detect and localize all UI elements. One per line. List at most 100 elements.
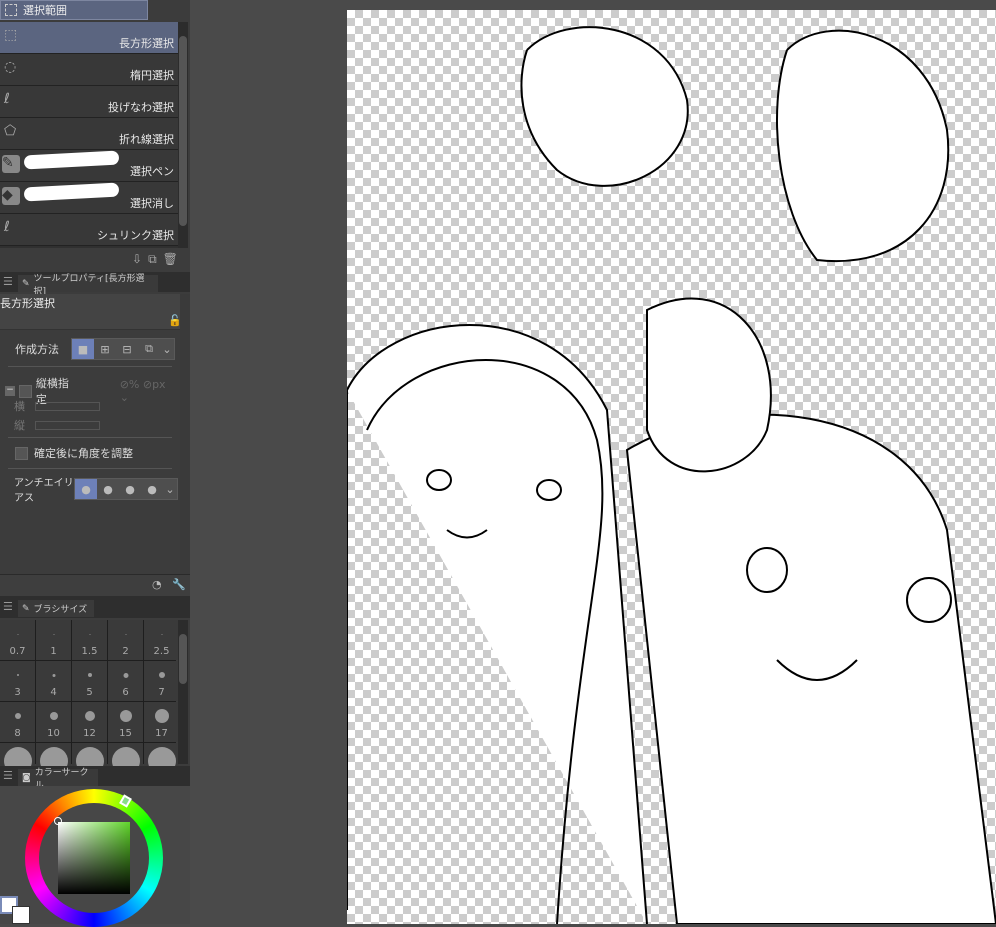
brush-size-cell[interactable]: 3: [0, 661, 35, 701]
selection-eraser-icon: ◆: [2, 187, 20, 205]
antialias-weak[interactable]: ●: [97, 479, 119, 499]
brush-size-cell[interactable]: 1.5: [72, 620, 107, 660]
duplicate-icon[interactable]: ⧉: [148, 252, 157, 267]
brush-size-value: 7: [158, 687, 165, 698]
subtract-selection-icon[interactable]: ⊟: [116, 339, 138, 359]
brush-size-dot: [52, 673, 55, 677]
sv-marker[interactable]: [54, 817, 62, 825]
brush-icon: ✎: [22, 603, 30, 614]
sub-tool-item[interactable]: ✎ 選択ペン: [0, 150, 178, 182]
brush-size-dot: [154, 709, 169, 723]
brush-size-dot: [125, 633, 126, 635]
brush-size-cell[interactable]: 17: [144, 702, 179, 742]
creation-method-selector[interactable]: ■ ⊞ ⊟ ⧉ ⌄: [71, 338, 175, 360]
panel-menu-icon[interactable]: ☰: [3, 275, 13, 288]
tool-property-tab[interactable]: ✎ ツールプロパティ[長方形選択]: [18, 274, 158, 297]
sub-tool-scrollbar[interactable]: [178, 22, 188, 248]
brush-size-value: 0.7: [9, 646, 26, 657]
brush-size-cell[interactable]: 12: [72, 702, 107, 742]
sub-color-swatch[interactable]: [12, 906, 30, 924]
brush-size-dot: [119, 710, 132, 722]
sub-tool-label: 選択ペン: [130, 165, 174, 178]
panel-menu-icon[interactable]: ☰: [3, 600, 13, 613]
brush-size-dot: [87, 673, 92, 677]
color-circle-icon: ◙: [22, 772, 31, 783]
antialias-selector[interactable]: ● ● ● ● ⌄: [74, 478, 178, 500]
sub-tool-item[interactable]: ⬠ 折れ線選択: [0, 118, 178, 150]
tool-name: 長方形選択: [0, 297, 55, 310]
height-input[interactable]: [35, 420, 100, 430]
brush-size-cell[interactable]: 0.7: [0, 620, 35, 660]
brush-size-cell[interactable]: 7: [144, 661, 179, 701]
antialias-medium[interactable]: ●: [119, 479, 141, 499]
intersect-selection-icon[interactable]: ⧉: [138, 339, 160, 359]
sub-tool-item[interactable]: ⬚ 長方形選択: [0, 22, 178, 54]
chevron-down-icon[interactable]: ⌄: [160, 339, 174, 359]
trash-icon[interactable]: 🗑: [163, 252, 178, 267]
brush-stroke-preview: [23, 182, 120, 202]
ellipse-select-icon: ◌: [4, 59, 17, 75]
brush-size-dot: [53, 633, 54, 635]
antialias-strong[interactable]: ●: [141, 479, 163, 499]
brush-size-dot: [49, 712, 58, 720]
drawing-canvas[interactable]: [346, 10, 996, 925]
brush-size-dot: [123, 672, 128, 678]
collapse-icon[interactable]: −: [5, 386, 15, 396]
brush-size-scrollbar[interactable]: [178, 620, 188, 764]
brush-size-cell[interactable]: 6: [108, 661, 143, 701]
new-selection-icon[interactable]: ■: [72, 339, 94, 359]
color-circle-tab[interactable]: ◙カラーサークル: [18, 768, 98, 791]
brush-size-dot: [16, 674, 19, 676]
selection-pen-icon: ✎: [2, 155, 20, 173]
brush-size-cell[interactable]: 10: [36, 702, 71, 742]
brush-size-dot: [161, 633, 162, 635]
reset-icon[interactable]: ◔: [152, 578, 162, 591]
brush-size-cell[interactable]: 8: [0, 702, 35, 742]
brush-size-value: 1.5: [81, 646, 98, 657]
width-input[interactable]: [35, 401, 100, 411]
height-label: 縦: [14, 419, 25, 432]
sub-tool-item[interactable]: ℓ シュリンク選択: [0, 214, 178, 246]
brush-size-value: 10: [47, 728, 60, 739]
brush-size-value: 4: [50, 687, 57, 698]
chevron-down-icon[interactable]: ⌄: [163, 479, 177, 499]
sub-tool-label: 楕円選択: [130, 69, 174, 82]
sub-tool-label: 投げなわ選択: [108, 101, 174, 114]
sub-tool-label: シュリンク選択: [97, 229, 174, 242]
brush-size-grid: 0.7 1 1.5 2 2.5 3 4 5 6 7 8 10 12 15 17: [0, 620, 179, 783]
sub-tool-label: 選択消し: [130, 197, 174, 210]
wrench-icon[interactable]: 🔧: [172, 578, 186, 591]
sub-tool-item[interactable]: ℓ 投げなわ選択: [0, 86, 178, 118]
brush-size-tab[interactable]: ✎ ブラシサイズ: [18, 600, 94, 617]
brush-size-value: 5: [86, 687, 93, 698]
selection-group-tab[interactable]: 選択範囲: [0, 0, 148, 20]
brush-size-value: 15: [119, 728, 132, 739]
brush-size-value: 17: [155, 728, 168, 739]
saturation-value-square[interactable]: [58, 822, 130, 894]
rect-select-icon: [5, 4, 17, 16]
brush-size-value: 3: [14, 687, 21, 698]
brush-size-value: 2.5: [153, 646, 170, 657]
lasso-select-icon: ℓ: [4, 91, 10, 107]
brush-size-cell[interactable]: 2.5: [144, 620, 179, 660]
sub-tool-item[interactable]: ◆ 選択消し: [0, 182, 178, 214]
brush-size-dot: [84, 711, 95, 721]
brush-size-cell[interactable]: 4: [36, 661, 71, 701]
add-selection-icon[interactable]: ⊞: [94, 339, 116, 359]
antialias-none[interactable]: ●: [75, 479, 97, 499]
brush-size-cell[interactable]: 1: [36, 620, 71, 660]
panel-menu-icon[interactable]: ☰: [3, 769, 13, 782]
adjust-angle-checkbox[interactable]: [15, 446, 28, 460]
sub-tool-item[interactable]: ◌ 楕円選択: [0, 54, 178, 86]
brush-size-dot: [89, 633, 90, 635]
brush-size-cell[interactable]: 5: [72, 661, 107, 701]
import-icon[interactable]: ⇩: [132, 252, 142, 267]
left-panel: 選択範囲 ⬚ 長方形選択 ◌ 楕円選択 ℓ 投げなわ選択 ⬠ 折れ線選択 ✎ 選択ペン ◆ 選択消し ℓ…: [0, 0, 190, 927]
aspect-checkbox[interactable]: [18, 384, 32, 398]
brush-size-cell[interactable]: 15: [108, 702, 143, 742]
brush-size-cell[interactable]: 2: [108, 620, 143, 660]
creation-method-label: 作成方法: [15, 343, 59, 356]
brush-size-dot: [14, 713, 21, 719]
brush-size-value: 2: [122, 646, 129, 657]
width-label: 横: [14, 400, 25, 413]
